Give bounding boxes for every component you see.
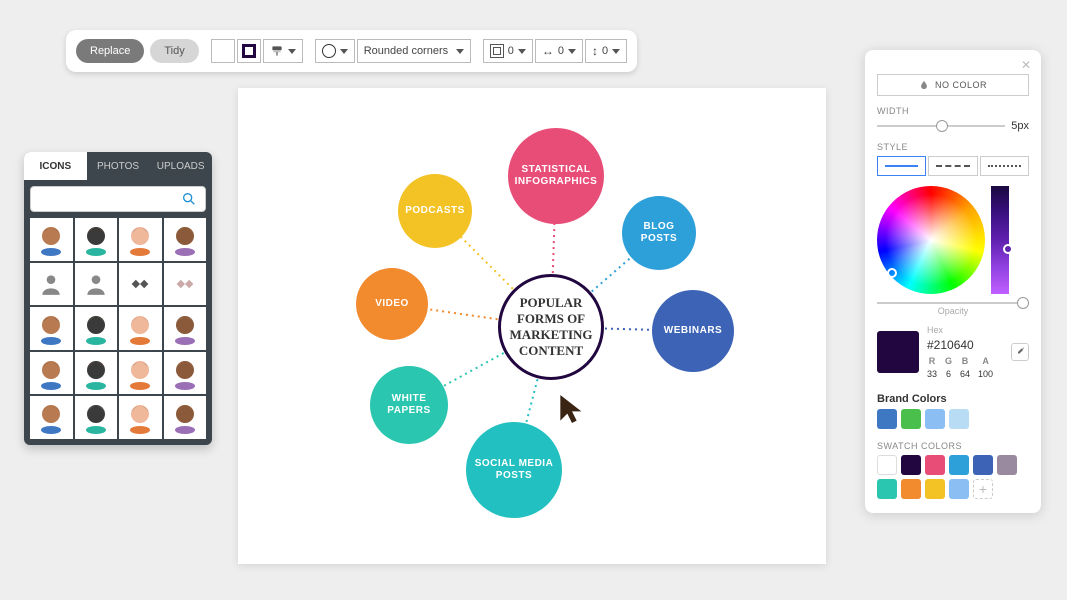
droplet-icon	[919, 80, 929, 90]
icon-library-item[interactable]	[119, 396, 162, 439]
brand-swatch[interactable]	[901, 409, 921, 429]
shape-dropdown[interactable]	[315, 39, 355, 63]
width-dropdown[interactable]: ↔0	[535, 39, 583, 63]
circle-icon	[322, 44, 336, 58]
color-preview	[877, 331, 919, 373]
color-swatch[interactable]	[949, 455, 969, 475]
color-swatch[interactable]	[901, 455, 921, 475]
color-swatch[interactable]	[973, 455, 993, 475]
height-dropdown[interactable]: ↕0	[585, 39, 627, 63]
icon-grid	[24, 212, 212, 445]
style-dotted[interactable]	[980, 156, 1029, 176]
cursor-icon	[558, 392, 586, 426]
icon-library-item[interactable]	[75, 218, 118, 261]
paint-roller-dropdown[interactable]	[263, 39, 303, 63]
color-swatch[interactable]	[877, 455, 897, 475]
color-swatch[interactable]	[949, 479, 969, 499]
mindmap-node[interactable]: WHITE PAPERS	[370, 366, 448, 444]
icon-library-item[interactable]	[30, 396, 73, 439]
icon-library-item[interactable]	[119, 307, 162, 350]
icon-library-item[interactable]	[75, 352, 118, 395]
brand-swatch[interactable]	[949, 409, 969, 429]
icon-library-item[interactable]	[119, 263, 162, 306]
color-swatch[interactable]	[997, 455, 1017, 475]
icon-library-item[interactable]	[75, 396, 118, 439]
icon-library-item[interactable]	[75, 307, 118, 350]
top-toolbar: Replace Tidy Rounded corners 0 ↔0 ↕0	[66, 30, 637, 72]
mindmap-node[interactable]: WEBINARS	[652, 290, 734, 372]
icon-library-item[interactable]	[75, 263, 118, 306]
icon-panel: ICONS PHOTOS UPLOADS	[24, 152, 212, 445]
mindmap-node[interactable]: STATISTICAL INFOGRAPHICS	[508, 128, 604, 224]
vertical-arrow-icon: ↕	[592, 44, 598, 58]
color-wheel[interactable]	[877, 186, 985, 294]
icon-library-item[interactable]	[119, 218, 162, 261]
style-label: STYLE	[877, 142, 1029, 152]
width-value: 5px	[1011, 120, 1029, 132]
canvas[interactable]: POPULAR FORMS OF MARKETING CONTENT STATI…	[238, 88, 826, 564]
color-swatch[interactable]	[877, 479, 897, 499]
icon-search-input[interactable]	[30, 186, 206, 212]
border-color-swatch[interactable]	[237, 39, 261, 63]
icon-panel-tabs: ICONS PHOTOS UPLOADS	[24, 152, 212, 180]
mindmap-node[interactable]: BLOG POSTS	[622, 196, 696, 270]
width-label: WIDTH	[877, 106, 1029, 116]
padding-dropdown[interactable]: 0	[483, 39, 533, 63]
corners-dropdown[interactable]: Rounded corners	[357, 39, 471, 63]
opacity-label: Opacity	[877, 306, 1029, 316]
horizontal-arrow-icon: ↔	[542, 44, 554, 58]
no-color-button[interactable]: NO COLOR	[877, 74, 1029, 96]
tab-uploads[interactable]: UPLOADS	[149, 152, 212, 180]
close-icon[interactable]: ✕	[1021, 58, 1031, 72]
add-swatch-button[interactable]: +	[973, 479, 993, 499]
icon-library-item[interactable]	[30, 218, 73, 261]
brand-swatch[interactable]	[925, 409, 945, 429]
fill-color-swatch[interactable]	[211, 39, 235, 63]
icon-library-item[interactable]	[164, 263, 207, 306]
opacity-slider[interactable]	[877, 302, 1029, 304]
replace-button[interactable]: Replace	[76, 39, 144, 63]
icon-library-item[interactable]	[164, 352, 207, 395]
style-dashed[interactable]	[928, 156, 977, 176]
icon-library-item[interactable]	[164, 396, 207, 439]
mindmap-center[interactable]: POPULAR FORMS OF MARKETING CONTENT	[498, 274, 604, 380]
mindmap-node[interactable]: VIDEO	[356, 268, 428, 340]
icon-library-item[interactable]	[30, 307, 73, 350]
brand-swatch[interactable]	[877, 409, 897, 429]
eyedropper-button[interactable]	[1011, 343, 1029, 361]
tab-icons[interactable]: ICONS	[24, 152, 87, 180]
style-panel: ✕ NO COLOR WIDTH 5px STYLE Opacity Hex #…	[865, 50, 1041, 513]
hue-slider[interactable]	[991, 186, 1009, 294]
swatch-colors-header: SWATCH COLORS	[877, 441, 1029, 451]
width-slider[interactable]	[877, 125, 1005, 127]
tidy-button[interactable]: Tidy	[150, 39, 198, 63]
paint-roller-icon	[270, 44, 284, 58]
color-swatch[interactable]	[925, 479, 945, 499]
icon-library-item[interactable]	[164, 307, 207, 350]
color-swatch[interactable]	[901, 479, 921, 499]
mindmap-node[interactable]: SOCIAL MEDIA POSTS	[466, 422, 562, 518]
icon-library-item[interactable]	[30, 263, 73, 306]
tab-photos[interactable]: PHOTOS	[87, 152, 150, 180]
brand-colors-header: Brand Colors	[877, 393, 1029, 405]
box-padding-icon	[490, 44, 504, 58]
search-icon	[181, 191, 197, 207]
hex-label: Hex	[927, 324, 993, 337]
icon-library-item[interactable]	[30, 352, 73, 395]
icon-library-item[interactable]	[119, 352, 162, 395]
hex-value[interactable]: #210640	[927, 337, 993, 354]
mindmap-node[interactable]: PODCASTS	[398, 174, 472, 248]
color-swatch[interactable]	[925, 455, 945, 475]
eyedropper-icon	[1014, 346, 1026, 358]
style-solid[interactable]	[877, 156, 926, 176]
icon-library-item[interactable]	[164, 218, 207, 261]
